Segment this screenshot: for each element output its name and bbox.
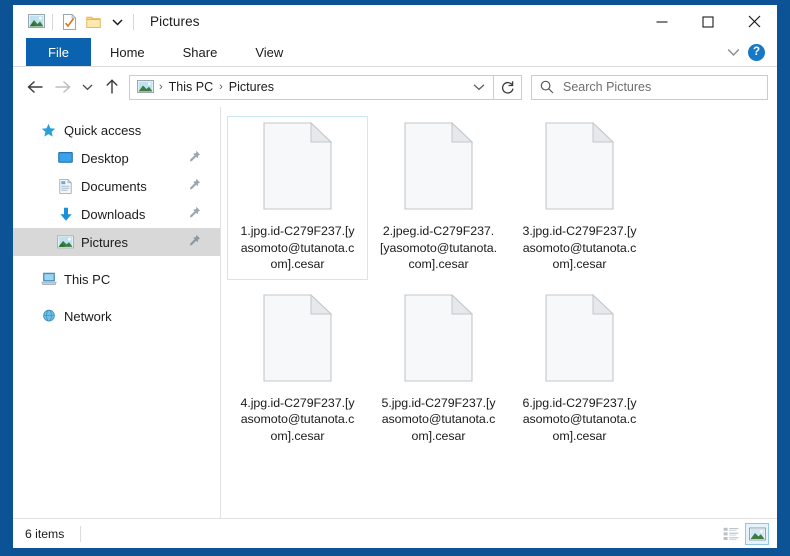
sidebar-item-pictures[interactable]: Pictures bbox=[13, 228, 220, 256]
breadcrumb-separator-2: › bbox=[219, 80, 223, 93]
up-button[interactable] bbox=[98, 73, 125, 101]
documents-icon bbox=[57, 178, 74, 195]
breadcrumb-pictures[interactable]: Pictures bbox=[226, 80, 277, 94]
explorer-body: riskware.com Quick access bbox=[13, 107, 777, 518]
generic-file-icon bbox=[404, 293, 474, 387]
large-icons-view-button[interactable] bbox=[745, 522, 769, 545]
generic-file-icon bbox=[545, 121, 615, 215]
generic-file-icon bbox=[545, 293, 615, 387]
pin-icon[interactable] bbox=[189, 234, 201, 250]
breadcrumb-pictures-icon[interactable] bbox=[137, 80, 154, 94]
status-bar: 6 items bbox=[13, 518, 777, 548]
sidebar-item-this-pc[interactable]: This PC bbox=[13, 265, 220, 293]
breadcrumb-dropdown-icon[interactable] bbox=[473, 78, 487, 96]
breadcrumb-separator-1: › bbox=[159, 80, 163, 93]
file-explorer-window: Pictures File Home Share View ? › This P… bbox=[13, 5, 777, 548]
file-item[interactable]: 2.jpeg.id-C279F237.[yasomoto@tutanota.co… bbox=[368, 116, 509, 280]
window-controls bbox=[639, 5, 777, 38]
quick-access-toolbar bbox=[13, 11, 138, 33]
toolbar-separator-2 bbox=[133, 13, 134, 30]
desktop-icon bbox=[57, 150, 74, 167]
generic-file-icon bbox=[263, 121, 333, 215]
toolbar-separator bbox=[52, 13, 53, 30]
pin-icon[interactable] bbox=[189, 150, 201, 166]
file-name: 5.jpg.id-C279F237.[yasomoto@tutanota.com… bbox=[381, 395, 496, 443]
sidebar-item-label: Documents bbox=[81, 178, 147, 194]
star-icon bbox=[40, 122, 57, 139]
forward-button[interactable] bbox=[49, 73, 76, 101]
sidebar-item-documents[interactable]: Documents bbox=[13, 172, 220, 200]
window-title: Pictures bbox=[150, 14, 200, 29]
status-left: 6 items bbox=[25, 525, 82, 542]
ribbon-tab-bar: File Home Share View ? bbox=[13, 38, 777, 67]
file-item[interactable]: 3.jpg.id-C279F237.[yasomoto@tutanota.com… bbox=[509, 116, 650, 280]
customize-qat-caret-icon[interactable] bbox=[105, 11, 129, 33]
navigation-pane: Quick access Desktop Documents Downloads… bbox=[13, 107, 221, 518]
sidebar-item-network[interactable]: Network bbox=[13, 302, 220, 330]
breadcrumb-this-pc[interactable]: This PC bbox=[166, 80, 216, 94]
generic-file-icon bbox=[263, 293, 333, 387]
title-bar: Pictures bbox=[13, 5, 777, 38]
file-item[interactable]: 4.jpg.id-C279F237.[yasomoto@tutanota.com… bbox=[227, 288, 368, 452]
network-icon bbox=[40, 308, 57, 325]
address-bar: › This PC › Pictures bbox=[13, 67, 777, 107]
view-toggle-group bbox=[719, 522, 769, 545]
refresh-button[interactable] bbox=[494, 74, 522, 100]
file-name: 2.jpeg.id-C279F237.[yasomoto@tutanota.co… bbox=[379, 224, 497, 271]
back-button[interactable] bbox=[22, 73, 49, 101]
sidebar-item-label: Desktop bbox=[81, 150, 129, 166]
sidebar-item-label: Network bbox=[64, 308, 112, 324]
tab-file[interactable]: File bbox=[26, 38, 91, 66]
sidebar-item-quick-access[interactable]: Quick access bbox=[13, 116, 220, 144]
file-name: 6.jpg.id-C279F237.[yasomoto@tutanota.com… bbox=[522, 395, 637, 443]
maximize-button[interactable] bbox=[685, 5, 731, 38]
sidebar-item-label: Quick access bbox=[64, 122, 142, 138]
this-pc-icon bbox=[40, 271, 57, 288]
file-item[interactable]: 5.jpg.id-C279F237.[yasomoto@tutanota.com… bbox=[368, 288, 509, 452]
generic-file-icon bbox=[404, 121, 474, 215]
file-name: 4.jpg.id-C279F237.[yasomoto@tutanota.com… bbox=[240, 395, 355, 443]
pin-icon[interactable] bbox=[189, 206, 201, 222]
sidebar-item-label: This PC bbox=[64, 271, 111, 287]
new-folder-icon[interactable] bbox=[81, 11, 105, 33]
close-button[interactable] bbox=[731, 5, 777, 38]
breadcrumb[interactable]: › This PC › Pictures bbox=[129, 74, 494, 100]
properties-icon[interactable] bbox=[57, 11, 81, 33]
pictures-folder-icon[interactable] bbox=[24, 11, 48, 33]
help-button[interactable]: ? bbox=[748, 44, 765, 61]
search-input[interactable] bbox=[563, 80, 767, 94]
tab-share[interactable]: Share bbox=[164, 38, 237, 66]
expand-ribbon-chevron-icon[interactable] bbox=[727, 44, 740, 62]
tab-view[interactable]: View bbox=[236, 38, 302, 66]
recent-locations-icon[interactable] bbox=[76, 73, 98, 101]
pictures-icon bbox=[57, 234, 74, 251]
file-item[interactable]: 1.jpg.id-C279F237.[yasomoto@tutanota.com… bbox=[227, 116, 368, 280]
sidebar-item-label: Downloads bbox=[81, 206, 146, 222]
minimize-button[interactable] bbox=[639, 5, 685, 38]
item-count: 6 items bbox=[25, 526, 65, 541]
sidebar-item-desktop[interactable]: Desktop bbox=[13, 144, 220, 172]
file-name: 3.jpg.id-C279F237.[yasomoto@tutanota.com… bbox=[522, 224, 637, 271]
sidebar-item-downloads[interactable]: Downloads bbox=[13, 200, 220, 228]
search-icon bbox=[540, 80, 554, 94]
file-item[interactable]: 6.jpg.id-C279F237.[yasomoto@tutanota.com… bbox=[509, 288, 650, 452]
downloads-icon bbox=[57, 206, 74, 223]
details-view-button[interactable] bbox=[719, 523, 743, 545]
file-name: 1.jpg.id-C279F237.[yasomoto@tutanota.com… bbox=[240, 224, 355, 271]
pin-icon[interactable] bbox=[189, 178, 201, 194]
sidebar-item-label: Pictures bbox=[81, 234, 128, 250]
search-box[interactable] bbox=[531, 74, 768, 100]
status-separator bbox=[80, 525, 82, 542]
tab-home[interactable]: Home bbox=[91, 38, 164, 66]
file-grid: 1.jpg.id-C279F237.[yasomoto@tutanota.com… bbox=[227, 116, 777, 459]
ribbon-right-controls: ? bbox=[727, 38, 771, 67]
file-list-view[interactable]: 1.jpg.id-C279F237.[yasomoto@tutanota.com… bbox=[221, 107, 777, 518]
